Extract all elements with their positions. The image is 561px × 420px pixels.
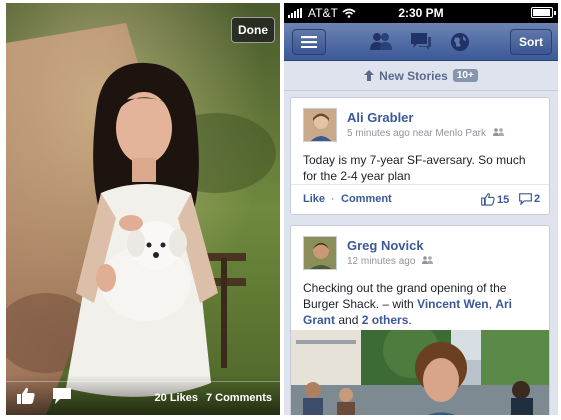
phone-screen: AT&T 2:30 PM Sort New Stories 10+ Ali Gr… bbox=[284, 3, 558, 415]
new-stories-count-badge: 10+ bbox=[452, 69, 478, 82]
story-text: Today is my 7-year SF-aversary. So much … bbox=[303, 153, 526, 183]
text-and: and bbox=[335, 313, 362, 327]
globe-icon[interactable] bbox=[450, 32, 470, 57]
story-meta: 12 minutes ago bbox=[347, 256, 434, 267]
like-count-icon bbox=[481, 193, 495, 206]
tagged-others-link[interactable]: 2 others bbox=[362, 313, 409, 327]
like-thumb-icon[interactable] bbox=[16, 387, 36, 410]
comments-count[interactable]: 2 bbox=[519, 193, 540, 205]
photo-action-bar: 20 Likes 7 Comments bbox=[6, 375, 280, 415]
story-author[interactable]: Ali Grabler bbox=[347, 110, 413, 125]
menu-icon bbox=[301, 36, 317, 48]
battery-icon bbox=[531, 7, 556, 18]
story-timestamp: 12 minutes ago bbox=[347, 256, 416, 267]
avatar[interactable] bbox=[303, 236, 337, 270]
sort-button[interactable]: Sort bbox=[510, 29, 552, 55]
story-photo[interactable] bbox=[291, 330, 549, 415]
done-button[interactable]: Done bbox=[231, 17, 275, 43]
comments-count-value: 2 bbox=[534, 193, 541, 205]
photo-comments-count[interactable]: 7 Comments bbox=[206, 392, 272, 404]
photo-viewer: Done 20 Likes 7 Comments bbox=[6, 3, 280, 415]
messages-icon[interactable] bbox=[410, 32, 432, 57]
action-separator: · bbox=[331, 193, 335, 205]
photo-likes-count[interactable]: 20 Likes bbox=[155, 392, 198, 404]
audience-friends-icon bbox=[492, 128, 504, 136]
story-timestamp: 5 minutes ago near Menlo Park bbox=[347, 128, 486, 139]
friends-icon[interactable] bbox=[370, 32, 392, 57]
comment-count-icon bbox=[519, 193, 532, 205]
comment-bubble-icon[interactable] bbox=[52, 387, 72, 410]
comment-link[interactable]: Comment bbox=[341, 193, 392, 205]
photo bbox=[6, 3, 280, 415]
story-text: Checking out the grand opening of the Bu… bbox=[303, 280, 541, 328]
screenshot: Done 20 Likes 7 Comments AT&T 2:30 PM So… bbox=[0, 0, 561, 420]
up-arrow-icon bbox=[364, 70, 375, 81]
feed-story: Ali Grabler 5 minutes ago near Menlo Par… bbox=[290, 97, 550, 215]
audience-friends-icon bbox=[422, 256, 434, 264]
clock: 2:30 PM bbox=[398, 6, 444, 20]
story-action-bar: Like · Comment 15 2 bbox=[291, 184, 549, 214]
photo-bar-divider bbox=[6, 381, 280, 382]
feed-story: Greg Novick 12 minutes ago Checking out … bbox=[290, 225, 550, 415]
like-link[interactable]: Like bbox=[303, 193, 325, 205]
status-bar: AT&T 2:30 PM bbox=[284, 3, 558, 23]
top-nav-bar: Sort bbox=[284, 23, 558, 61]
avatar[interactable] bbox=[303, 108, 337, 142]
likes-count[interactable]: 15 bbox=[481, 193, 509, 206]
story-meta: 5 minutes ago near Menlo Park bbox=[347, 128, 504, 139]
text-end: . bbox=[408, 313, 412, 327]
new-stories-label: New Stories bbox=[379, 68, 448, 83]
new-stories-banner[interactable]: New Stories 10+ bbox=[284, 61, 558, 91]
photo-counts: 20 Likes 7 Comments bbox=[155, 392, 272, 404]
tagged-friend-link[interactable]: Vincent Wen bbox=[417, 297, 489, 311]
story-author[interactable]: Greg Novick bbox=[347, 238, 424, 253]
menu-button[interactable] bbox=[292, 29, 326, 55]
likes-count-value: 15 bbox=[497, 193, 510, 206]
